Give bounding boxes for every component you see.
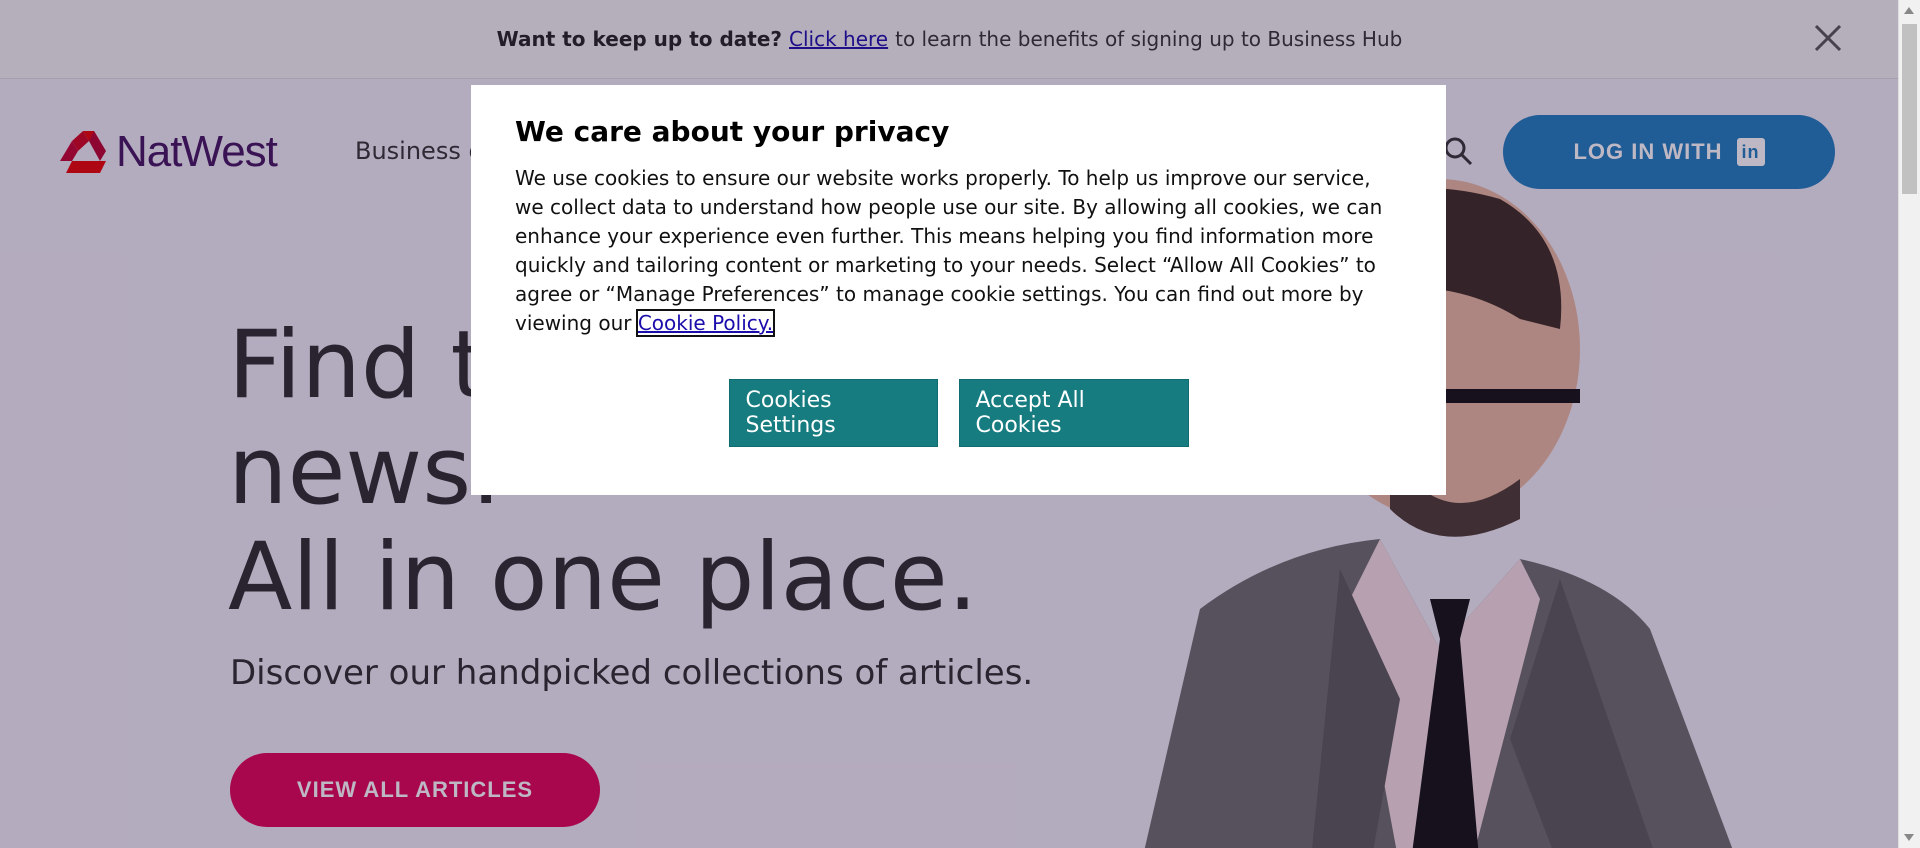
cookie-dialog-title: We care about your privacy <box>515 115 950 148</box>
scrollbar-thumb[interactable] <box>1902 24 1917 194</box>
page-scrollbar[interactable] <box>1898 0 1920 848</box>
cookies-settings-button[interactable]: Cookies Settings <box>728 379 938 447</box>
accept-all-cookies-button[interactable]: Accept All Cookies <box>958 379 1189 447</box>
cookie-dialog-body: We use cookies to ensure our website wor… <box>515 164 1402 338</box>
scroll-up-icon[interactable] <box>1904 7 1914 14</box>
cookie-dialog-text: We use cookies to ensure our website wor… <box>515 166 1383 335</box>
scroll-down-icon[interactable] <box>1904 834 1914 841</box>
cookie-policy-link[interactable]: Cookie Policy. <box>635 309 776 337</box>
cookie-consent-dialog: We care about your privacy We use cookie… <box>471 85 1446 495</box>
cookie-dialog-buttons: Cookies Settings Accept All Cookies <box>471 379 1446 447</box>
